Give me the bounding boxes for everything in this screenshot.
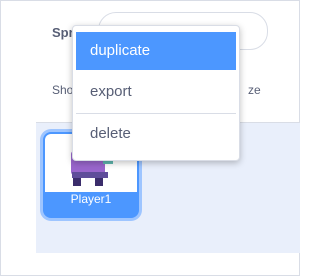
sprite-tile-label: Player1 [70, 192, 112, 206]
menu-divider [76, 113, 236, 114]
menu-item-duplicate[interactable]: duplicate [76, 32, 236, 70]
sprite-name-label: Spr [52, 25, 74, 40]
menu-item-delete[interactable]: delete [76, 115, 236, 153]
sprite-context-menu: duplicate export delete [72, 25, 240, 161]
menu-item-export[interactable]: export [76, 73, 236, 111]
show-label: Sho [52, 83, 74, 97]
size-label: ze [248, 83, 261, 97]
